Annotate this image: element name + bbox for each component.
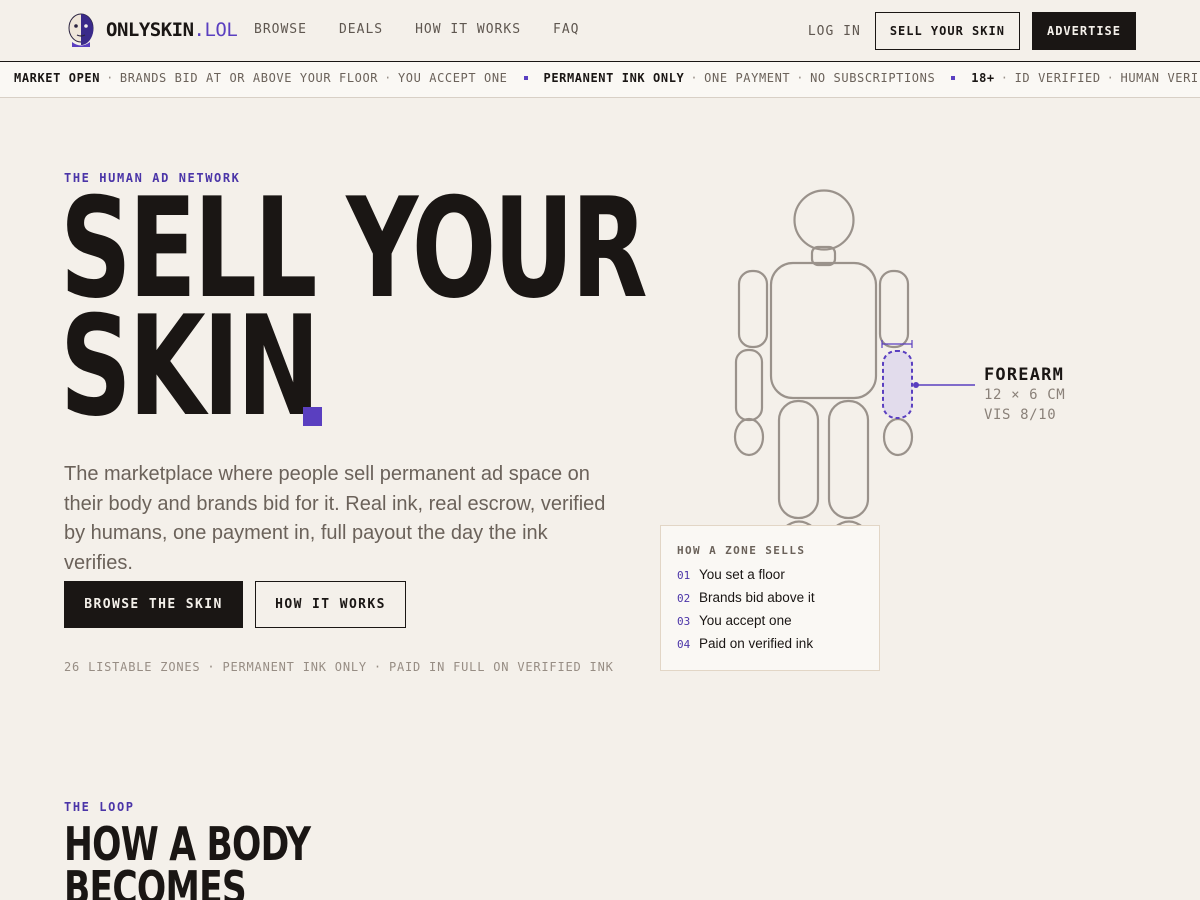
zone-leader-dot <box>913 382 919 388</box>
how-a-zone-sells-card: HOW A ZONE SELLS 01 You set a floor 02 B… <box>660 525 880 671</box>
ticker-divider <box>951 75 956 80</box>
figure-head <box>793 189 855 251</box>
figure-right-hand <box>882 417 914 457</box>
forearm-zone-highlight <box>882 350 913 419</box>
step-number: 01 <box>677 569 691 582</box>
step-text: You set a floor <box>699 567 785 582</box>
how-card-title: HOW A ZONE SELLS <box>677 544 806 557</box>
hero-description: The marketplace where people sell perman… <box>64 463 606 574</box>
ticker-lead: MARKET OPEN <box>14 71 101 85</box>
meta-paid: PAID IN FULL ON VERIFIED INK <box>388 660 614 674</box>
ticker-item: HUMAN VERIFIED <box>1120 71 1200 85</box>
ticker-lead: 18+ <box>971 71 995 85</box>
how-step: 02 Brands bid above it <box>677 590 863 613</box>
figure-right-thigh <box>827 399 870 520</box>
how-step: 04 Paid on verified ink <box>677 636 863 659</box>
browse-the-skin-button[interactable]: BROWSE THE SKIN <box>64 581 243 628</box>
meta-zones: 26 LISTABLE ZONES <box>64 660 201 674</box>
ticker-lead: PERMANENT INK ONLY <box>543 71 685 85</box>
meta-ink: PERMANENT INK ONLY <box>222 660 367 674</box>
ticker-divider <box>523 75 528 80</box>
nav-links: BROWSE DEALS HOW IT WORKS FAQ <box>254 22 580 37</box>
step-text: Brands bid above it <box>699 590 815 605</box>
body-figure-diagram <box>733 189 940 529</box>
loop-title-line-1: HOW A BODY <box>64 817 311 871</box>
loop-eyebrow: THE LOOP <box>64 800 135 814</box>
hero-title: SELL YOUR SKIN <box>60 180 648 436</box>
ticker-item: BRANDS BID AT OR ABOVE YOUR FLOOR <box>119 71 379 85</box>
zone-size: 12 × 6 CM <box>984 387 1066 403</box>
market-ticker: MARKET OPEN · BRANDS BID AT OR ABOVE YOUR … <box>0 62 1200 98</box>
nav-actions: LOG IN SELL YOUR SKIN ADVERTISE <box>808 12 1136 50</box>
figure-left-forearm <box>734 348 764 422</box>
nav-link-browse[interactable]: BROWSE <box>254 22 307 37</box>
zone-leader-line-ext <box>940 384 975 386</box>
brand-logo[interactable]: ONLYSKIN.LOL <box>64 13 238 47</box>
figure-torso <box>769 261 878 400</box>
nav-link-how-it-works[interactable]: HOW IT WORKS <box>415 22 521 37</box>
login-link[interactable]: LOG IN <box>808 24 861 39</box>
advertise-button[interactable]: ADVERTISE <box>1031 12 1136 50</box>
step-text: Paid on verified ink <box>699 636 814 651</box>
how-step: 01 You set a floor <box>677 567 863 590</box>
step-text: You accept one <box>699 613 792 628</box>
step-number: 02 <box>677 592 691 605</box>
figure-left-upper-arm <box>737 269 769 349</box>
loop-title: HOW A BODY BECOMES <box>64 817 311 900</box>
how-step: 03 You accept one <box>677 613 863 636</box>
title-accent-square <box>303 407 322 426</box>
step-number: 03 <box>677 615 691 628</box>
nav-link-deals[interactable]: DEALS <box>339 22 383 37</box>
ticker-item: ID VERIFIED <box>1014 71 1101 85</box>
logo-face-icon <box>68 13 94 47</box>
brand-tld: .LOL <box>193 19 238 41</box>
zone-callout: FOREARM 12 × 6 CM VIS 8/10 <box>984 365 1065 425</box>
ticker-item: ONE PAYMENT <box>704 71 791 85</box>
how-it-works-button[interactable]: HOW IT WORKS <box>255 581 406 628</box>
sell-your-skin-button[interactable]: SELL YOUR SKIN <box>874 12 1020 50</box>
step-number: 04 <box>677 638 691 651</box>
zone-visibility: VIS 8/10 <box>984 407 1057 423</box>
zone-name: FOREARM <box>984 365 1065 385</box>
ticker-item: YOU ACCEPT ONE <box>397 71 508 85</box>
figure-left-hand <box>733 417 765 457</box>
nav-link-faq[interactable]: FAQ <box>553 22 579 37</box>
ticker-item: NO SUBSCRIPTIONS <box>810 71 936 85</box>
ticker-track: MARKET OPEN · BRANDS BID AT OR ABOVE YOUR … <box>14 71 1200 85</box>
top-nav: ONLYSKIN.LOL BROWSE DEALS HOW IT WORKS F… <box>0 0 1200 62</box>
hero-meta: 26 LISTABLE ZONES · PERMANENT INK ONLY · PAI… <box>64 660 614 674</box>
figure-right-upper-arm <box>878 269 910 349</box>
figure-left-thigh <box>777 399 820 520</box>
loop-title-line-2: BECOMES <box>64 861 247 900</box>
brand-name: ONLYSKIN.LOL <box>106 19 238 41</box>
